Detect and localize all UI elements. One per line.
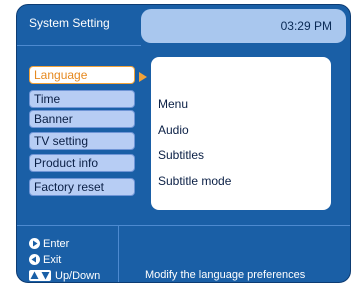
legend-enter-label: Enter bbox=[43, 238, 70, 250]
page-title: System Setting bbox=[29, 16, 110, 30]
right-triangle-icon bbox=[29, 238, 40, 249]
footer-divider bbox=[17, 225, 350, 226]
menu-item-language[interactable]: Language bbox=[29, 66, 135, 84]
submenu-item-menu[interactable]: Menu bbox=[158, 97, 188, 111]
up-down-arrows-icon bbox=[29, 270, 51, 281]
menu-item-factory-reset[interactable]: Factory reset bbox=[29, 178, 135, 196]
left-triangle-icon bbox=[29, 254, 40, 265]
menu-item-time[interactable]: Time bbox=[29, 90, 135, 108]
legend-exit-label: Exit bbox=[43, 254, 62, 266]
submenu-item-subtitles[interactable]: Subtitles bbox=[158, 148, 204, 162]
menu-item-product-info[interactable]: Product info bbox=[29, 154, 135, 172]
menu-item-banner[interactable]: Banner bbox=[29, 110, 135, 128]
selection-arrow-icon bbox=[139, 72, 147, 82]
menu-item-tv-setting[interactable]: TV setting bbox=[29, 132, 135, 150]
header-divider bbox=[17, 45, 141, 46]
submenu-panel: Menu Audio Subtitles Subtitle mode bbox=[151, 57, 331, 210]
submenu-item-subtitle-mode[interactable]: Subtitle mode bbox=[158, 174, 231, 188]
footer-vertical-divider bbox=[118, 226, 119, 282]
help-text: Modify the language preferences bbox=[145, 269, 306, 281]
submenu-item-audio[interactable]: Audio bbox=[158, 123, 189, 137]
clock-time: 03:29 PM bbox=[280, 19, 332, 33]
clock-box: 03:29 PM bbox=[141, 9, 346, 43]
legend-updown-label: Up/Down bbox=[55, 270, 101, 282]
system-setting-window: System Setting 03:29 PM Language Time Ba… bbox=[16, 4, 351, 283]
